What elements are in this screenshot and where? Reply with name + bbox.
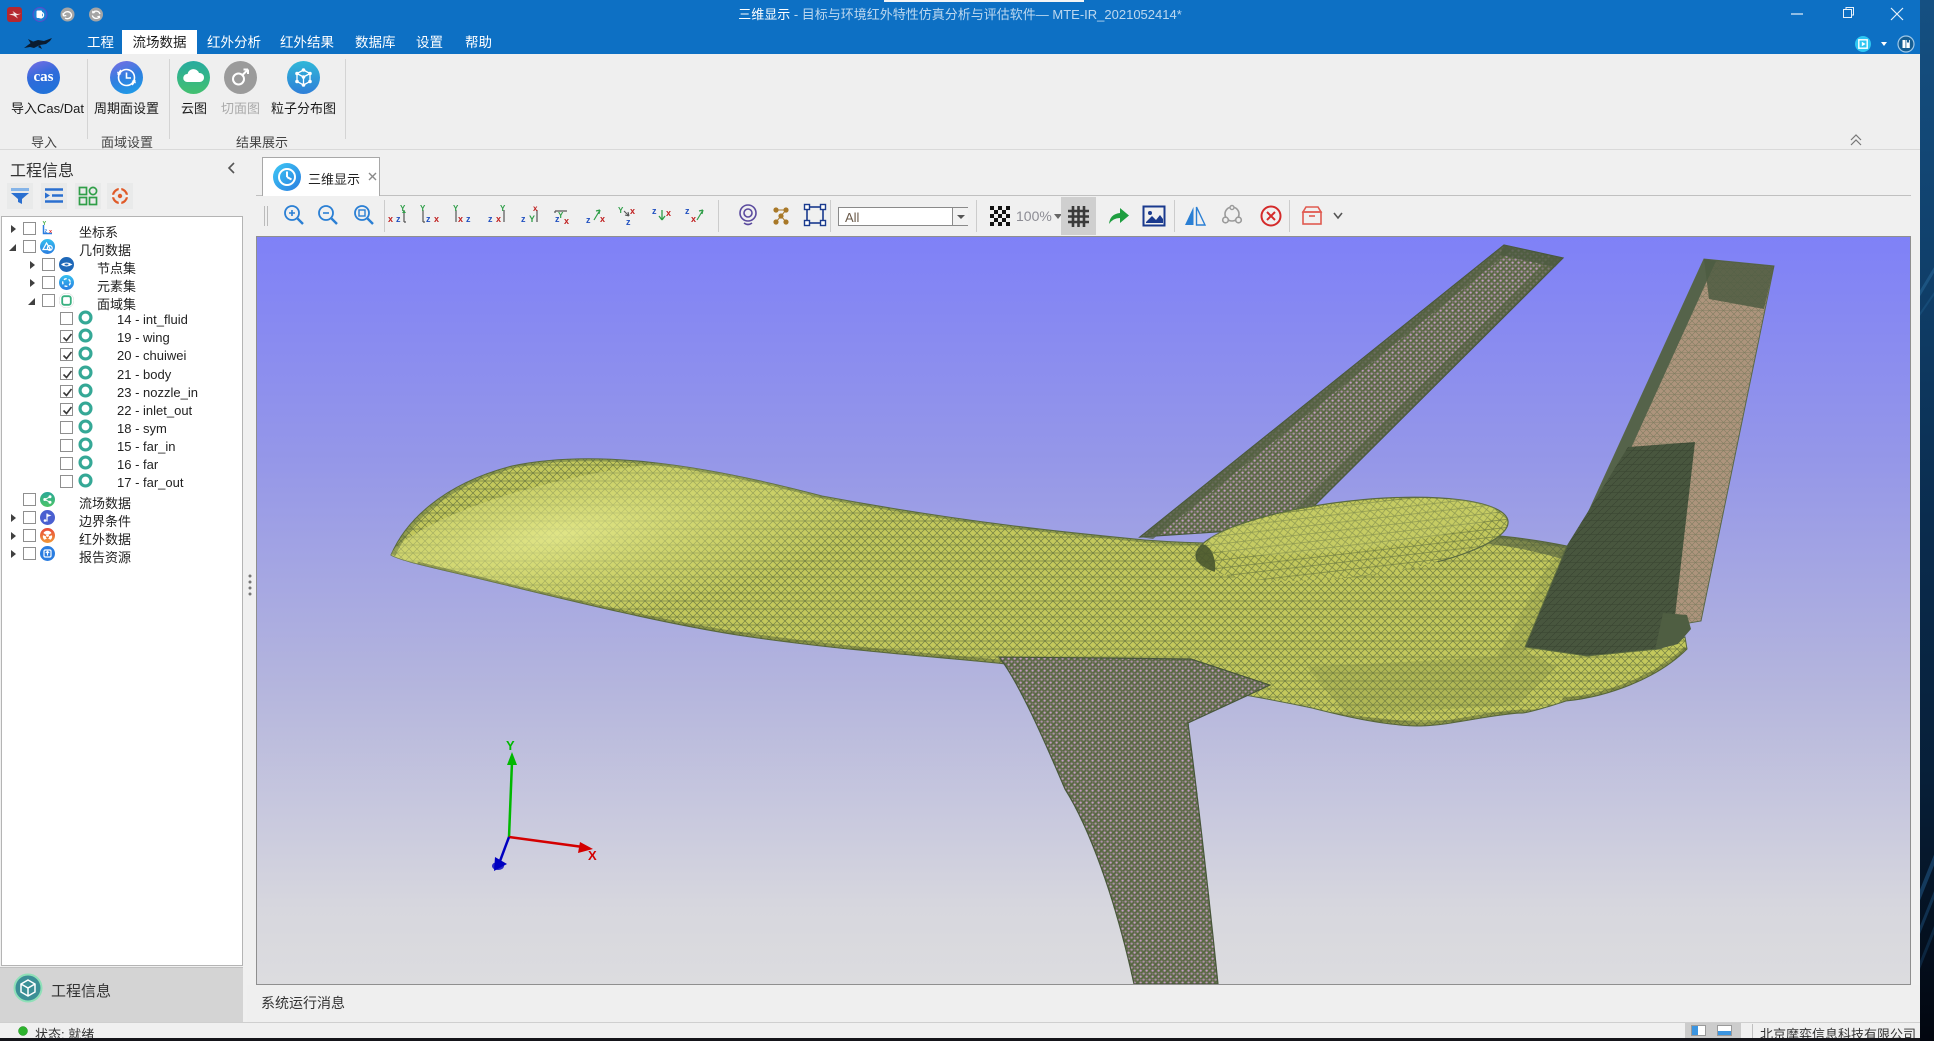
svg-text:x: x [496,214,501,224]
svg-text:x: x [630,206,635,216]
svg-text:Y: Y [529,214,535,224]
svg-text:x: x [564,216,569,226]
svg-text:x: x [458,214,463,224]
svg-text:Y: Y [420,204,426,213]
svg-text:x: x [434,214,439,224]
svg-text:x: x [666,208,671,218]
svg-text:z: z [652,206,657,216]
svg-text:x: x [388,214,393,224]
svg-text:Y: Y [500,204,506,213]
svg-text:z: z [521,214,526,224]
svg-text:x: x [600,214,605,224]
svg-text:z: z [586,215,591,225]
svg-text:z: z [488,214,493,224]
svg-text:z: z [396,214,401,224]
svg-text:Y: Y [506,738,515,753]
svg-text:x: x [533,204,538,213]
svg-text:Y: Y [453,204,459,213]
svg-text:z: z [466,214,471,224]
svg-text:z: z [626,217,631,227]
svg-text:X: X [588,848,597,863]
svg-text:z: z [685,206,690,216]
svg-text:Y: Y [558,211,564,220]
svg-text:Y: Y [618,206,624,215]
svg-text:z: z [426,214,431,224]
svg-text:x: x [691,214,696,224]
